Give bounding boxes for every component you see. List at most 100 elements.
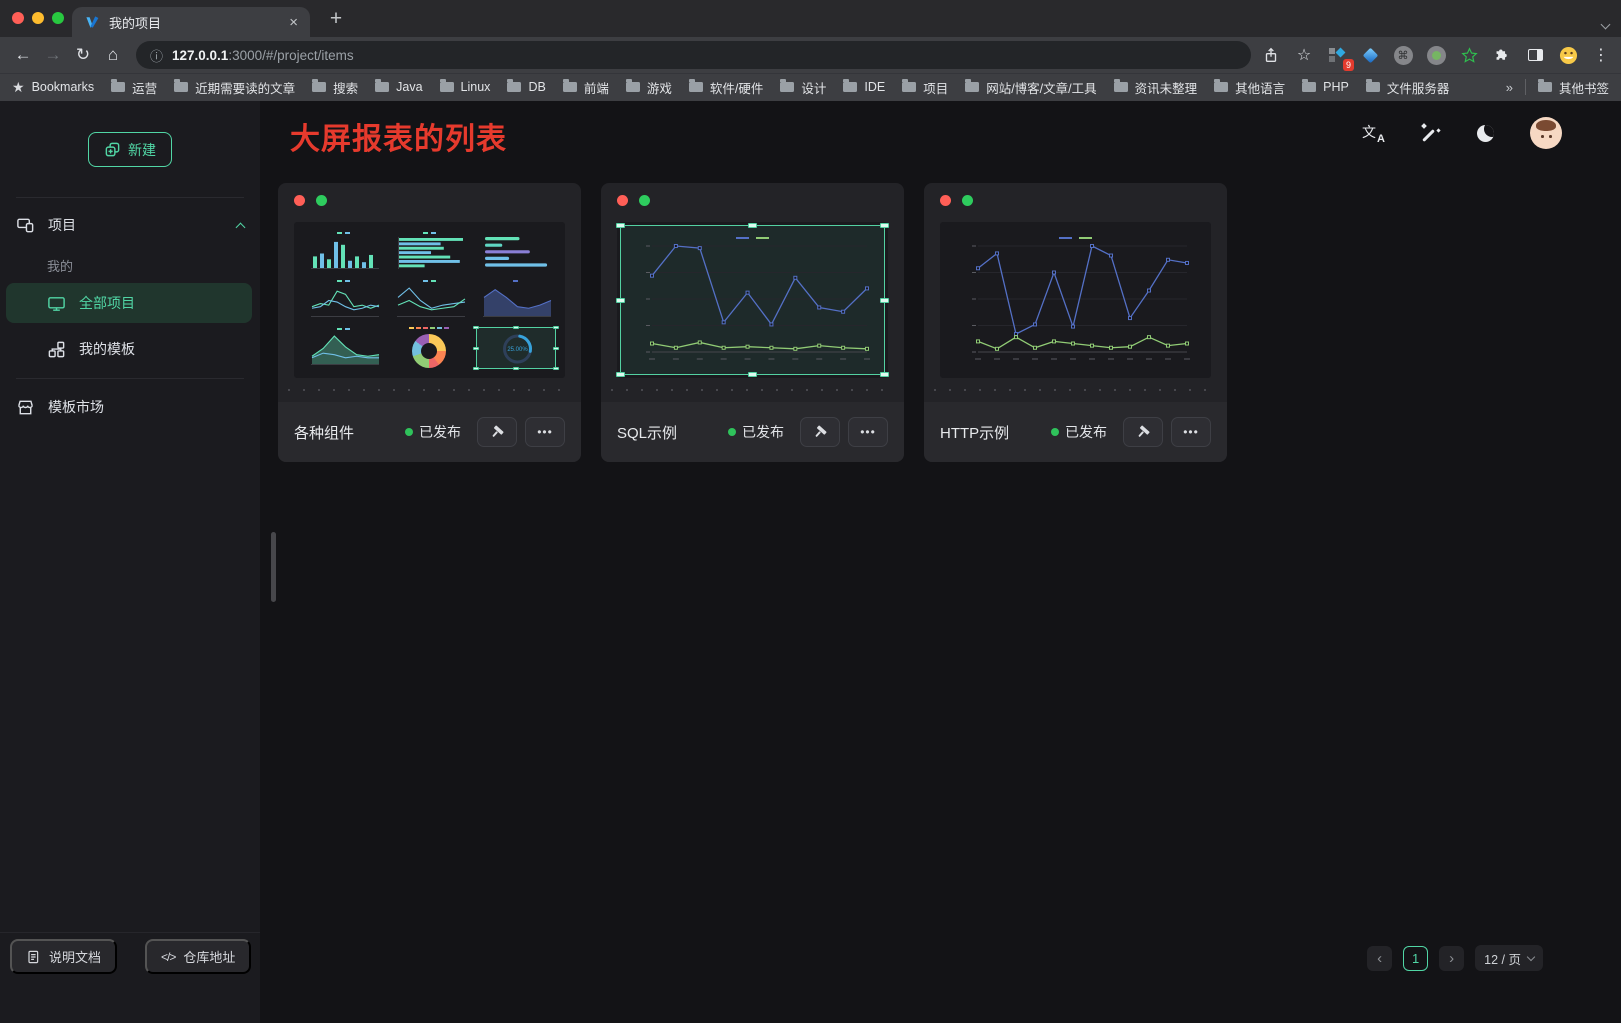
bookmark-folder[interactable]: 近期需要读的文章	[174, 78, 295, 97]
extension-star-icon[interactable]	[1457, 43, 1481, 67]
profile-emoji-icon[interactable]	[1556, 43, 1580, 67]
sidebar-section-project[interactable]: 项目	[16, 205, 244, 245]
close-window-button[interactable]	[12, 12, 24, 24]
current-page-button[interactable]: 1	[1403, 946, 1428, 971]
bookmark-folder[interactable]: Java	[375, 80, 422, 94]
bookmark-folder[interactable]: Linux	[440, 80, 491, 94]
project-preview[interactable]	[617, 222, 888, 378]
tab-close-icon[interactable]: ×	[289, 15, 298, 30]
prev-page-button[interactable]: ‹	[1367, 946, 1392, 971]
back-icon[interactable]: ←	[8, 40, 38, 70]
project-card[interactable]: SQL示例 已发布 •••	[601, 183, 904, 462]
folder-icon	[1538, 82, 1552, 92]
language-icon[interactable]: 文 A	[1362, 123, 1385, 144]
folder-icon	[507, 82, 521, 92]
new-tab-button[interactable]: +	[322, 5, 350, 33]
bookmark-folder[interactable]: 搜索	[312, 78, 358, 97]
status-dot	[1051, 428, 1059, 436]
zoom-window-button[interactable]	[52, 12, 64, 24]
folder-icon	[174, 82, 188, 92]
card-dot-green	[316, 195, 327, 206]
more-button[interactable]: •••	[1171, 417, 1211, 447]
scrollbar-thumb[interactable]	[271, 532, 276, 602]
user-avatar[interactable]	[1530, 117, 1562, 149]
project-name: 各种组件	[294, 422, 397, 443]
project-preview[interactable]	[940, 222, 1211, 378]
side-panel-icon[interactable]	[1523, 43, 1547, 67]
extension-blocks-icon[interactable]: 9	[1325, 43, 1349, 67]
bookmark-folder[interactable]: 游戏	[626, 78, 672, 97]
minimize-window-button[interactable]	[32, 12, 44, 24]
bookmark-folder[interactable]: 运营	[111, 78, 157, 97]
sidebar-item-template-market[interactable]: 模板市场	[16, 387, 244, 427]
card-dot-red	[294, 195, 305, 206]
browser-tab[interactable]: 我的项目 ×	[72, 7, 310, 37]
reload-icon[interactable]: ↻	[68, 40, 98, 70]
project-preview[interactable]: 25.00%	[294, 222, 565, 378]
dark-mode-moon-icon[interactable]	[1477, 125, 1494, 142]
bookmark-folder[interactable]: PHP	[1302, 80, 1349, 94]
bookmark-folder[interactable]: 设计	[780, 78, 826, 97]
hammer-icon	[812, 424, 828, 440]
bookmark-folder[interactable]: 文件服务器	[1366, 78, 1450, 97]
header-icons: 文 A	[1362, 117, 1562, 149]
new-project-button[interactable]: 新建	[88, 132, 172, 167]
bookmark-folder[interactable]: 项目	[902, 78, 948, 97]
bookmark-folder[interactable]: 软件/硬件	[689, 78, 763, 97]
next-page-button[interactable]: ›	[1439, 946, 1464, 971]
folder-icon	[1366, 82, 1380, 92]
magic-wand-icon[interactable]	[1421, 123, 1441, 143]
bookmark-star-icon[interactable]: ☆	[1292, 43, 1316, 67]
extension-record-icon[interactable]	[1424, 43, 1448, 67]
bookmark-folder[interactable]: 其他语言	[1214, 78, 1285, 97]
repo-button[interactable]: </> 仓库地址	[145, 939, 251, 974]
tab-search-icon[interactable]	[1602, 15, 1609, 33]
bookmark-folder[interactable]: DB	[507, 80, 545, 94]
more-button[interactable]: •••	[525, 417, 565, 447]
bookmark-folder[interactable]: 网站/博客/文章/工具	[965, 78, 1096, 97]
url-text: 127.0.0.1:3000/#/project/items	[172, 48, 354, 63]
bookmark-folder[interactable]: 资讯未整理	[1114, 78, 1198, 97]
bookmark-folder[interactable]: IDE	[843, 80, 885, 94]
edit-hammer-button[interactable]	[800, 417, 840, 447]
sidebar-item-all-projects[interactable]: 全部项目	[6, 283, 252, 323]
forward-icon[interactable]: →	[38, 40, 68, 70]
extension-command-icon[interactable]: ⌘	[1391, 43, 1415, 67]
extensions-puzzle-icon[interactable]	[1490, 43, 1514, 67]
edit-hammer-button[interactable]	[477, 417, 517, 447]
bookmarks-overflow-icon[interactable]: »	[1506, 80, 1513, 95]
bookmarks-star-icon: ★	[12, 79, 25, 96]
selected-chart-frame[interactable]	[620, 225, 885, 375]
project-card[interactable]: HTTP示例 已发布 •••	[924, 183, 1227, 462]
folder-icon	[902, 82, 916, 92]
svg-text:25.00%: 25.00%	[507, 347, 528, 353]
docs-button[interactable]: 说明文档	[10, 939, 117, 974]
browser-menu-icon[interactable]: ⋮	[1589, 45, 1613, 65]
address-bar[interactable]: ⓘ 127.0.0.1:3000/#/project/items	[136, 41, 1251, 69]
more-button[interactable]: •••	[848, 417, 888, 447]
browser-window: 我的项目 × + ← → ↻ ⌂ ⓘ 127.0.0.1:3000/#/proj…	[0, 0, 1621, 1023]
edit-hammer-button[interactable]	[1123, 417, 1163, 447]
card-footer: SQL示例 已发布 •••	[601, 402, 904, 462]
code-icon: </>	[161, 950, 175, 964]
share-icon[interactable]	[1259, 43, 1283, 67]
mini-chart-gauge: 25.00%	[475, 326, 557, 370]
dotted-separator	[611, 389, 894, 391]
extension-gem-icon[interactable]	[1358, 43, 1382, 67]
sidebar-divider	[16, 378, 244, 379]
bookmarks-root[interactable]: ★ Bookmarks	[12, 79, 94, 96]
toolbar-right: ☆ 9 ⌘	[1259, 43, 1613, 67]
browser-toolbar: ← → ↻ ⌂ ⓘ 127.0.0.1:3000/#/project/items…	[0, 37, 1621, 73]
bookmark-folder[interactable]: 前端	[563, 78, 609, 97]
status-badge: 已发布	[728, 422, 784, 442]
sidebar-item-my-templates[interactable]: 我的模板	[6, 329, 252, 369]
folder-icon	[111, 82, 125, 92]
home-icon[interactable]: ⌂	[98, 40, 128, 70]
site-info-icon[interactable]: ⓘ	[150, 46, 163, 65]
chevron-up-icon[interactable]	[236, 222, 246, 232]
other-bookmarks[interactable]: 其他书签	[1538, 78, 1609, 97]
mini-chart-pills	[475, 230, 557, 274]
page-size-select[interactable]: 12 / 页	[1475, 945, 1543, 971]
project-card[interactable]: 25.00% 各种组件 已发布	[278, 183, 581, 462]
dotted-separator	[934, 389, 1217, 391]
